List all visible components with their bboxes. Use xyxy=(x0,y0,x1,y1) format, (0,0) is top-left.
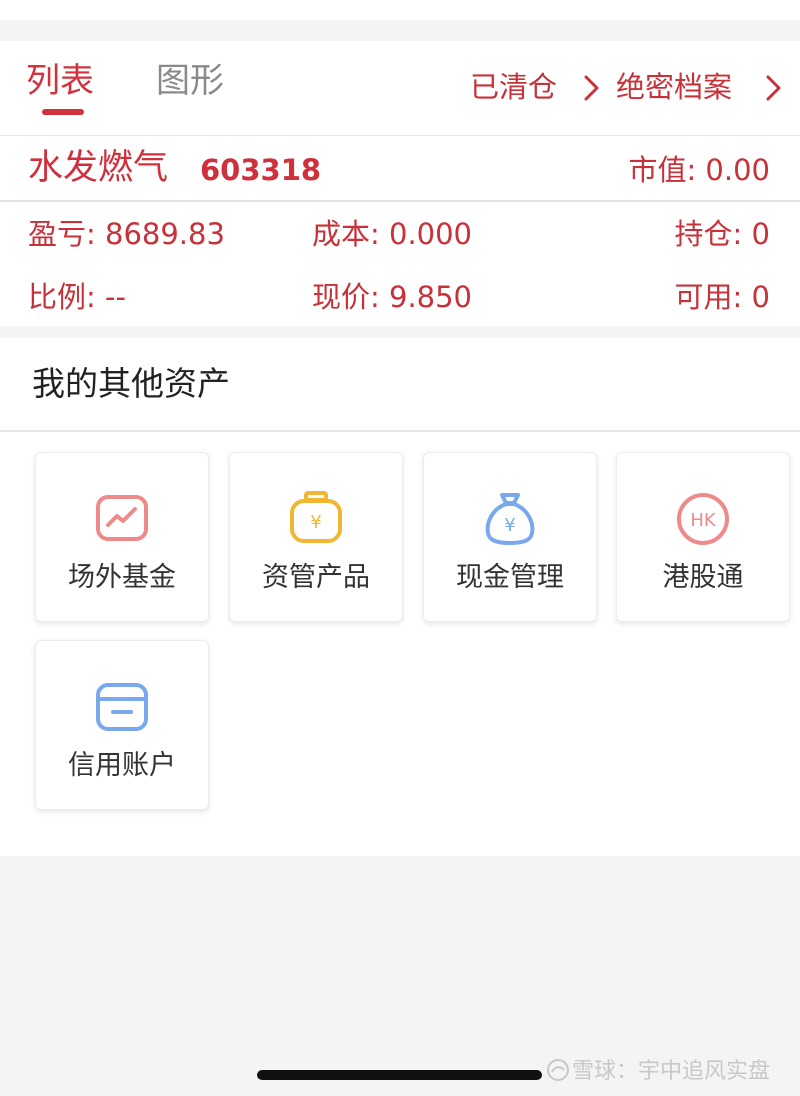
cleared-positions-link[interactable]: 已清仓 xyxy=(470,67,557,107)
asset-card-hk-connect[interactable]: HK 港股通 xyxy=(616,452,790,622)
secret-archive-link[interactable]: 绝密档案 xyxy=(616,67,732,107)
yuan-glyph: ¥ xyxy=(504,515,515,536)
stock-code: 603318 xyxy=(200,153,322,187)
stock-header[interactable]: 水发燃气 603318 市值: 0.00 xyxy=(0,136,800,202)
hk-circle-icon: HK xyxy=(677,493,729,545)
asset-card-label: 资管产品 xyxy=(262,562,370,593)
watermark-text: 雪球：宇中追风实盘 xyxy=(572,1059,771,1084)
stock-name: 水发燃气 xyxy=(28,148,169,188)
market-value: 市值: 0.00 xyxy=(628,153,770,187)
asset-card-cash-mgmt[interactable]: ¥ 现金管理 xyxy=(423,452,597,622)
section-gap xyxy=(0,326,800,338)
snowball-logo-icon xyxy=(547,1059,569,1081)
hk-glyph: HK xyxy=(690,510,717,531)
asset-card-label: 港股通 xyxy=(662,562,744,593)
section-gap xyxy=(0,20,800,41)
price-value: 现价: 9.850 xyxy=(312,280,473,314)
chevron-right-icon[interactable] xyxy=(578,75,604,101)
pnl-value: 盈亏: 8689.83 xyxy=(28,217,225,251)
tab-chart[interactable]: 图形 xyxy=(156,59,224,103)
tab-bar: 列表 图形 已清仓 绝密档案 xyxy=(0,41,800,136)
watermark: 雪球：宇中追风实盘 xyxy=(546,1057,770,1087)
tab-active-indicator xyxy=(42,109,84,115)
status-bar-area xyxy=(0,0,800,20)
money-bag-icon: ¥ xyxy=(485,493,535,545)
yuan-glyph: ¥ xyxy=(310,512,321,533)
holding-value: 持仓: 0 xyxy=(674,217,770,251)
section-title: 我的其他资产 xyxy=(32,364,230,403)
asset-card-label: 现金管理 xyxy=(456,562,564,593)
tab-list[interactable]: 列表 xyxy=(26,59,94,103)
asset-card-otc-fund[interactable]: 场外基金 xyxy=(35,452,209,622)
asset-card-label: 场外基金 xyxy=(68,562,176,593)
credit-card-icon xyxy=(96,683,148,731)
asset-card-credit-account[interactable]: 信用账户 xyxy=(35,640,209,810)
trend-chart-icon xyxy=(96,495,148,541)
position-details: 盈亏: 8689.83 成本: 0.000 持仓: 0 比例: -- 现价: 9… xyxy=(0,202,800,326)
ratio-value: 比例: -- xyxy=(28,280,126,314)
chevron-right-icon[interactable] xyxy=(760,75,786,101)
asset-card-asset-mgmt[interactable]: ¥ 资管产品 xyxy=(229,452,403,622)
yuan-bag-icon: ¥ xyxy=(290,491,342,543)
home-indicator[interactable] xyxy=(257,1070,542,1080)
available-value: 可用: 0 xyxy=(674,280,770,314)
asset-card-label: 信用账户 xyxy=(68,750,176,781)
cost-value: 成本: 0.000 xyxy=(312,217,473,251)
other-assets-panel: 我的其他资产 场外基金 ¥ 资管产品 ¥ 现金管理 HK 港股通 信用账户 xyxy=(0,338,800,856)
divider xyxy=(0,430,800,432)
